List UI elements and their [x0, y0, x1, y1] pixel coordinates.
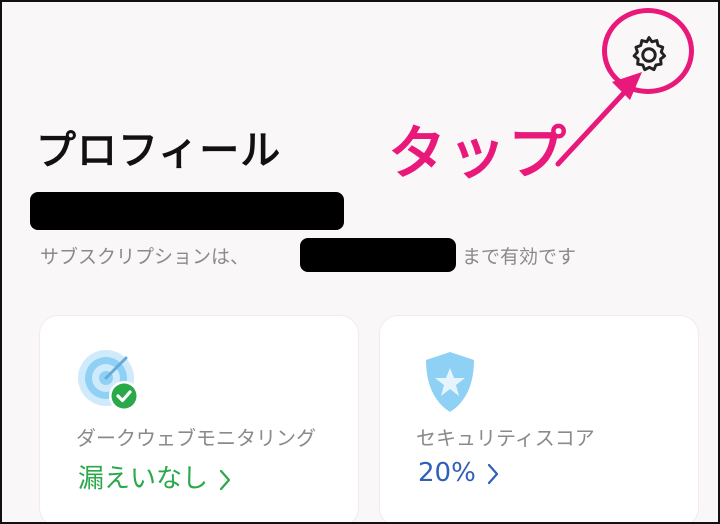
card-value: 20% — [418, 458, 500, 488]
subscription-prefix: サブスクリプションは、 — [40, 246, 250, 268]
card-title: ダークウェブモニタリング — [76, 426, 316, 450]
card-value-text: 漏えいなし — [78, 464, 209, 494]
page-title: プロフィール — [36, 128, 282, 174]
app-screen: プロフィール タップ サブスクリプションは、 まで有効です ダークウェブモニタリ… — [0, 0, 720, 524]
card-value: 漏えいなし — [78, 458, 232, 495]
redacted-username — [30, 192, 344, 230]
target-check-icon — [78, 350, 139, 411]
chevron-right-icon — [219, 469, 231, 490]
dark-web-monitoring-card[interactable]: ダークウェブモニタリング 漏えいなし — [40, 316, 358, 522]
card-value-text: 20% — [418, 458, 476, 488]
card-title: セキュリティスコア — [416, 426, 595, 450]
redacted-expiry-date — [300, 238, 456, 272]
chevron-right-icon — [487, 463, 498, 484]
shield-star-icon — [426, 352, 474, 412]
security-score-card[interactable]: セキュリティスコア 20% — [380, 316, 698, 522]
subscription-suffix: まで有効です — [462, 246, 577, 268]
tap-annotation: タップ — [388, 119, 569, 187]
